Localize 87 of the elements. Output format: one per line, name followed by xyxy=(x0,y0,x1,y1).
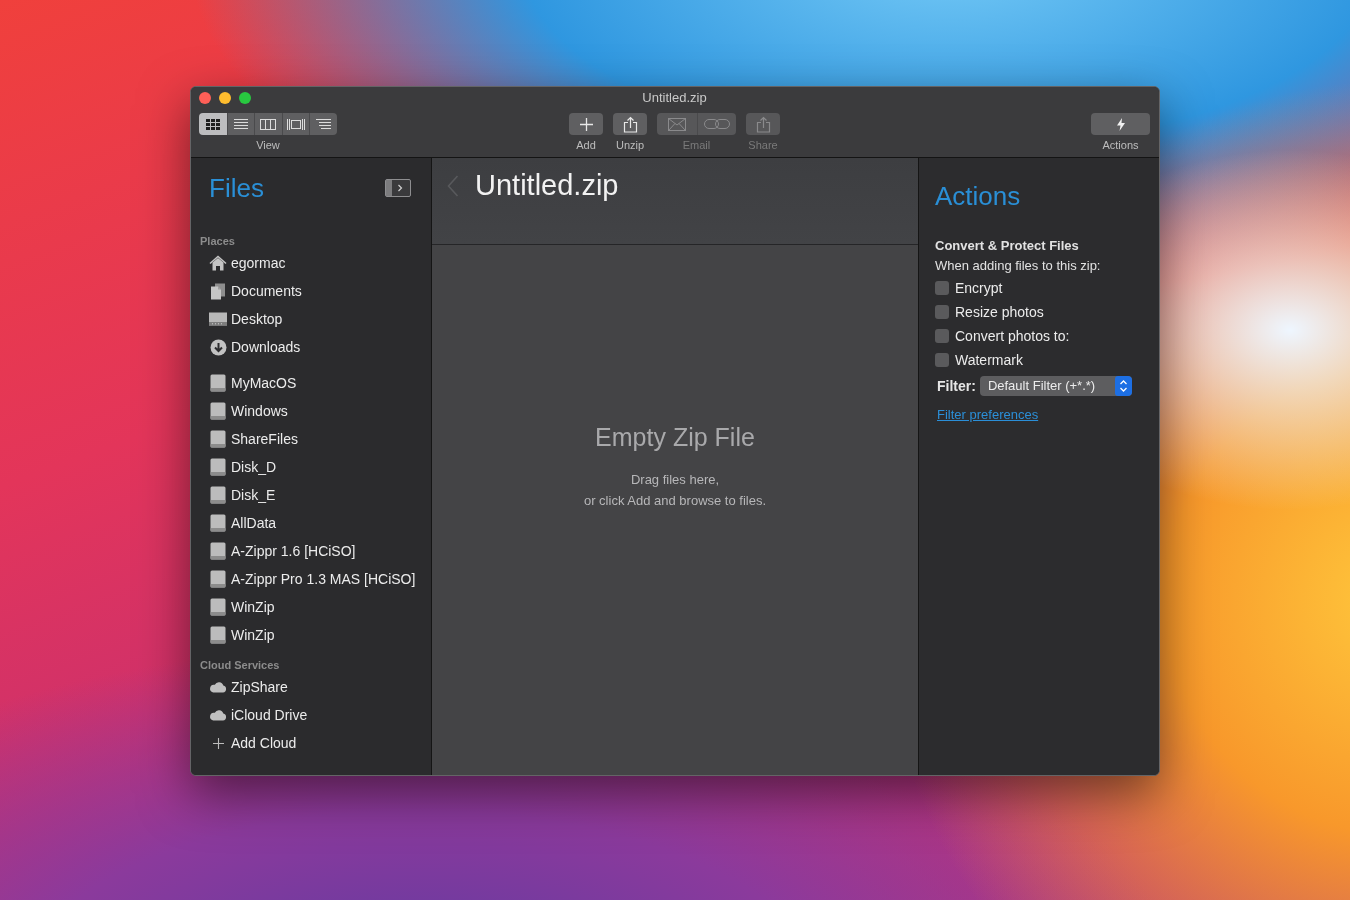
documents-icon xyxy=(210,282,226,300)
window-minimize-icon[interactable] xyxy=(219,92,231,104)
checkbox[interactable] xyxy=(935,329,949,343)
drive-icon xyxy=(210,458,226,476)
section-heading: Convert & Protect Files xyxy=(935,237,1080,255)
sidebar-item[interactable]: Desktop xyxy=(191,305,431,333)
link-icon xyxy=(704,119,730,129)
drive-icon xyxy=(210,402,226,420)
sidebar-item[interactable]: Disk_D xyxy=(191,453,431,481)
toolbar-label: Unzip xyxy=(615,138,645,152)
sidebar-item[interactable]: Disk_E xyxy=(191,481,431,509)
sidebar-item[interactable]: ZipShare xyxy=(191,673,431,701)
sidebar-item[interactable]: AllData xyxy=(191,509,431,537)
drive-icon xyxy=(210,542,226,560)
view-mode-button[interactable] xyxy=(199,113,227,135)
checkbox[interactable] xyxy=(935,353,949,367)
checkbox-label[interactable]: Resize photos xyxy=(955,301,1044,323)
plus-icon xyxy=(212,737,224,749)
checkbox-label[interactable]: Convert photos to: xyxy=(955,325,1070,347)
checkbox-label[interactable]: Encrypt xyxy=(955,277,1003,299)
grid-icon xyxy=(205,118,220,130)
columns-icon xyxy=(260,118,277,130)
panel-title: Actions xyxy=(935,180,1022,212)
empty-state-hint: or click Add and browse to files. xyxy=(583,492,767,510)
box-arrow-up-icon xyxy=(622,115,638,133)
sidebar-item[interactable]: WinZip xyxy=(191,621,431,649)
sidebar-item[interactable]: Windows xyxy=(191,397,431,425)
plus-icon xyxy=(579,117,593,131)
filter-preferences-link[interactable]: Filter preferences xyxy=(937,405,1039,425)
sidebar-item[interactable]: egormac xyxy=(191,249,431,277)
drive-icon xyxy=(210,374,226,392)
filter-select[interactable]: Default Filter (+*.*) xyxy=(979,376,1132,396)
share-icon xyxy=(755,115,771,133)
unzip-button[interactable] xyxy=(613,113,647,135)
window-title: Untitled.zip xyxy=(642,90,707,106)
description-text: When adding files to this zip: xyxy=(935,257,1102,275)
checkbox-label[interactable]: Watermark xyxy=(955,349,1023,371)
toolbar-label: View xyxy=(256,138,280,152)
house-icon xyxy=(209,255,227,271)
checkbox[interactable] xyxy=(935,281,949,295)
toolbar-label: Share xyxy=(748,138,778,152)
drive-icon xyxy=(210,570,226,588)
chevron-left-icon xyxy=(447,175,459,197)
view-mode-button[interactable] xyxy=(254,113,282,135)
window-close-icon[interactable] xyxy=(199,92,211,104)
list-icon xyxy=(233,119,248,129)
sidebar-item[interactable]: Documents xyxy=(191,277,431,305)
drive-icon xyxy=(210,626,226,644)
desktop-icon xyxy=(209,312,227,326)
drive-icon xyxy=(210,598,226,616)
download-icon xyxy=(209,338,227,356)
section-heading: Places xyxy=(199,234,236,248)
sidebar-title: Files xyxy=(209,172,264,204)
view-mode-button[interactable] xyxy=(309,113,337,135)
sidebar-item[interactable]: iCloud Drive xyxy=(191,701,431,729)
sidebar-item[interactable]: A-Zippr 1.6 [HCiSO] xyxy=(191,537,431,565)
cloud-icon xyxy=(209,709,227,721)
checkbox[interactable] xyxy=(935,305,949,319)
sidebar-toggle-icon[interactable] xyxy=(385,179,411,197)
sidebar-item[interactable]: Add Cloud xyxy=(191,729,431,757)
archive-title: Untitled.zip xyxy=(475,168,619,202)
drive-icon xyxy=(210,430,226,448)
sidebar-item[interactable]: WinZip xyxy=(191,593,431,621)
window-zoom-icon[interactable] xyxy=(239,92,251,104)
envelope-icon xyxy=(668,117,686,131)
toolbar-label: Email xyxy=(682,138,711,152)
section-heading: Cloud Services xyxy=(199,658,281,672)
empty-state-title: Empty Zip File xyxy=(595,422,755,453)
sidebar-item[interactable]: ShareFiles xyxy=(191,425,431,453)
cover-flow-icon xyxy=(287,118,306,130)
drive-icon xyxy=(210,514,226,532)
sidebar-item[interactable]: MyMacOS xyxy=(191,369,431,397)
view-mode-button[interactable] xyxy=(281,113,310,135)
sidebar-item[interactable]: Downloads xyxy=(191,333,431,361)
toolbar-label: Add xyxy=(576,138,596,152)
view-mode-button[interactable] xyxy=(226,113,255,135)
outline-list-icon xyxy=(316,119,332,129)
drive-icon xyxy=(210,486,226,504)
stepper-icon xyxy=(1114,376,1132,396)
add-button[interactable] xyxy=(569,113,603,135)
toolbar-label: Actions xyxy=(1102,138,1139,152)
empty-state-hint: Drag files here, xyxy=(630,471,720,489)
sidebar-item[interactable]: A-Zippr Pro 1.3 MAS [HCiSO] xyxy=(191,565,431,593)
lightning-icon xyxy=(1116,117,1125,131)
actions-button[interactable] xyxy=(1091,113,1150,135)
cloud-icon xyxy=(209,681,227,693)
filter-label: Filter: xyxy=(937,376,976,396)
